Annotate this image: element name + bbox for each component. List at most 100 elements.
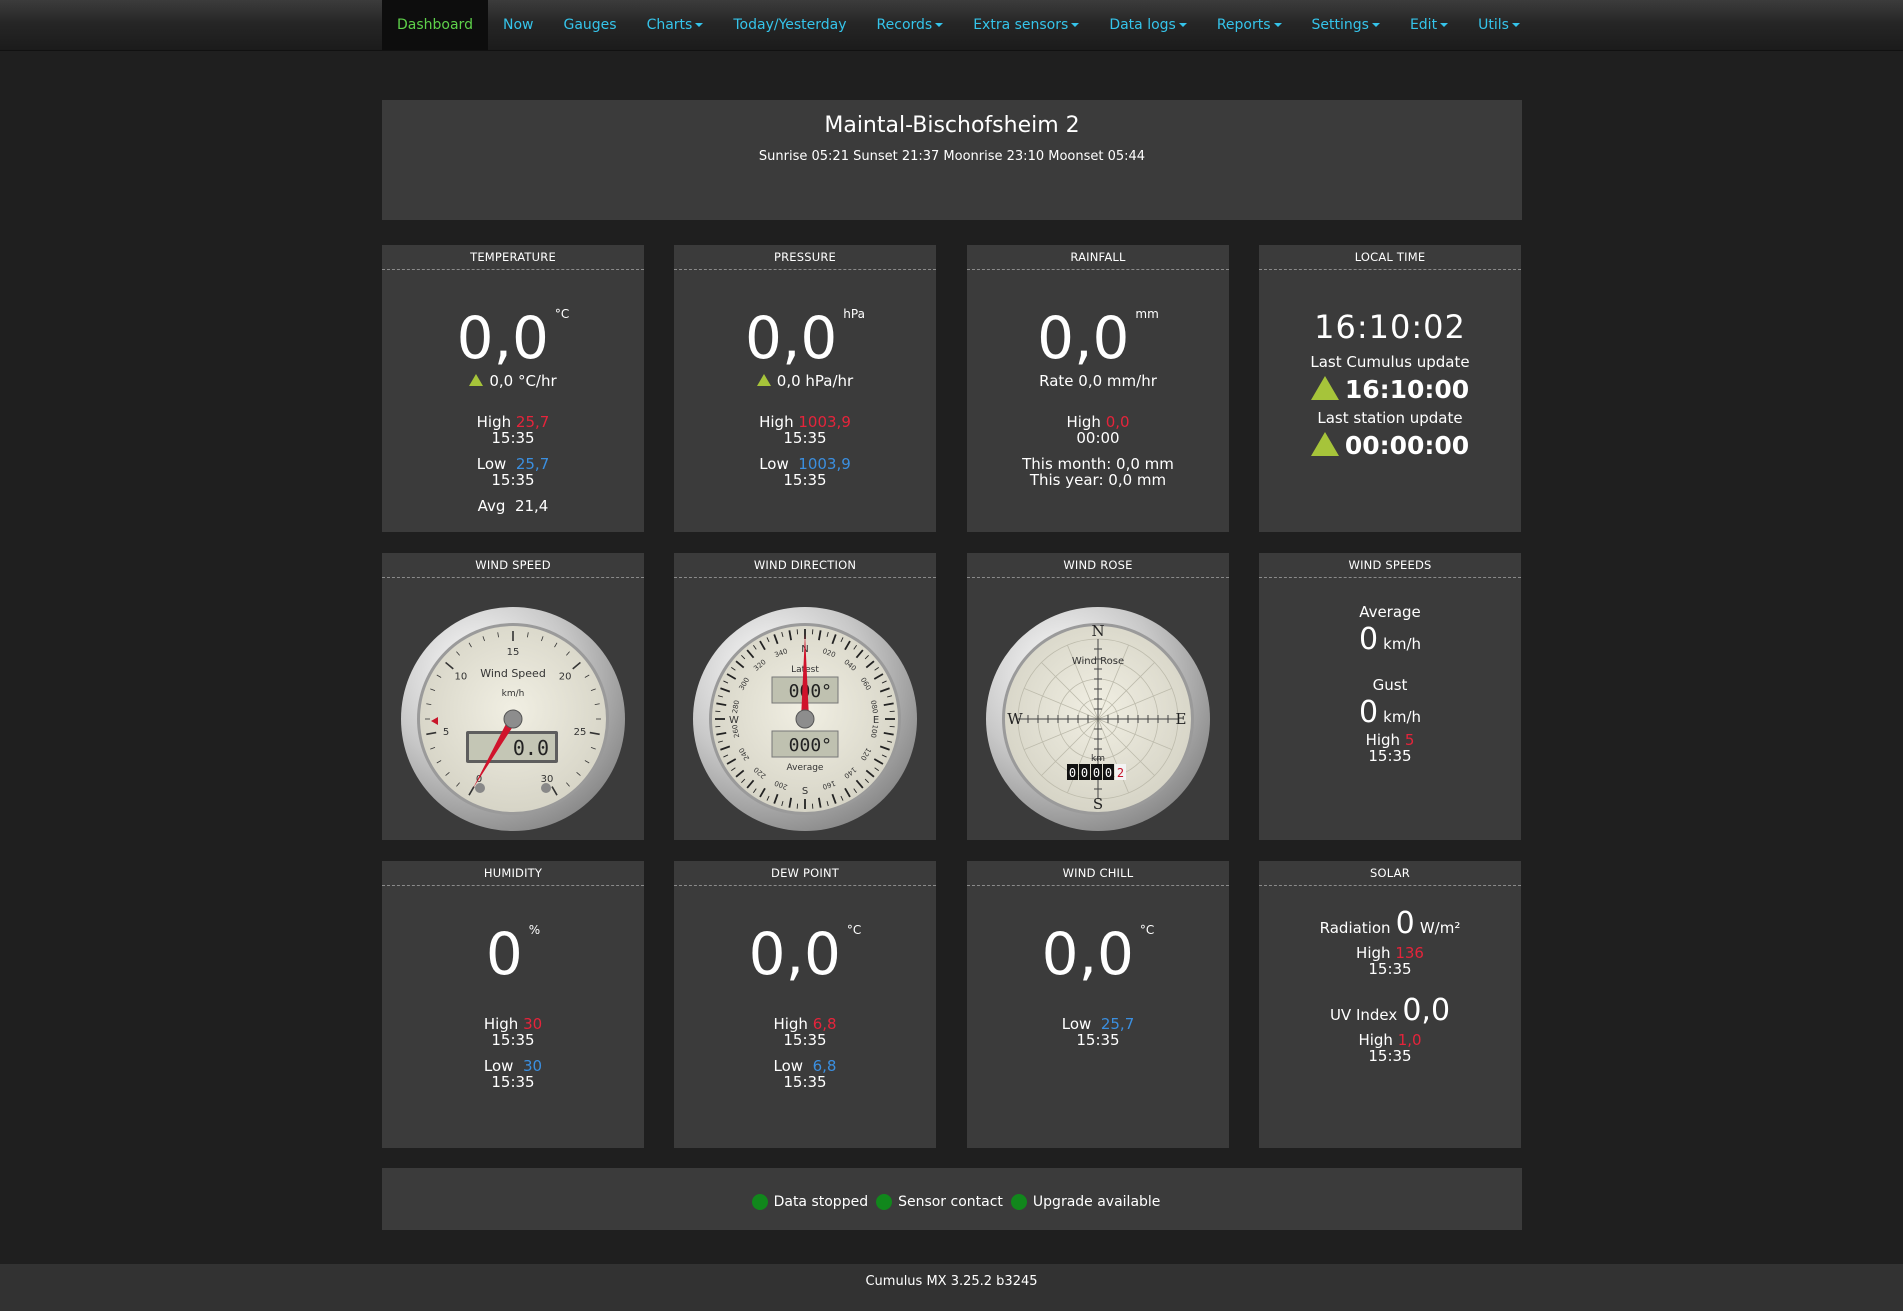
nav-item-label: Data logs [1109, 17, 1176, 33]
rainfall-high-time: 00:00 [1076, 429, 1120, 447]
nav-item-label: Utils [1478, 17, 1509, 33]
station-update-label: Last station update [1317, 409, 1463, 427]
gauge-tick-label: 10 [455, 671, 468, 682]
station-name: Maintal-Bischofsheim 2 [824, 113, 1080, 138]
temperature-avg: 21,4 [514, 497, 549, 515]
gauge-unit: km/h [502, 689, 525, 699]
nav-item-charts[interactable]: Charts [632, 0, 719, 50]
tile-title: LOCAL TIME [1259, 245, 1521, 270]
status-ok-icon [1310, 432, 1339, 456]
gauge-lcd-value: 0.0 [513, 736, 549, 760]
caret-down-icon [1371, 23, 1380, 27]
cumulus-update-label: Last Cumulus update [1310, 353, 1470, 371]
wind-direction-tile: WIND DIRECTION 020 040 060 080 100 120 140 160 2… [674, 553, 936, 840]
gauge-tick-label: 15 [507, 647, 520, 658]
nav-item-label: Records [876, 17, 933, 33]
odometer-digit: 2 [1117, 766, 1124, 780]
caret-down-icon [695, 23, 704, 27]
nav-item-label: Reports [1216, 17, 1271, 33]
humidity-low-time: 15:35 [491, 1073, 535, 1091]
rainfall-rate: Rate 0,0 mm/hr [1039, 372, 1157, 390]
radiation-unit: W/m² [1419, 919, 1461, 937]
wind-chill-low-time: 15:35 [1076, 1031, 1120, 1049]
temperature-tile: TEMPERATURE 0,0 °C 0,0 °C/hr High 25,7 15… [382, 245, 644, 532]
caret-down-icon [1071, 23, 1080, 27]
cumulus-update-time: 16:10:00 [1344, 375, 1470, 404]
wind-gust-value: 0 [1358, 695, 1379, 730]
nav-item-edit[interactable]: Edit [1395, 0, 1463, 50]
pressure-low-time: 15:35 [783, 471, 827, 489]
nav-item-dashboard[interactable]: Dashboard [382, 0, 488, 50]
upgrade-label: Upgrade available [1032, 1194, 1161, 1210]
tile-title: HUMIDITY [382, 861, 644, 886]
nav-item-now[interactable]: Now [488, 0, 549, 50]
nav-item-gauges[interactable]: Gauges [548, 0, 631, 50]
temperature-low-time: 15:35 [491, 471, 535, 489]
tile-title: WIND ROSE [967, 553, 1229, 578]
local-time: 16:10:02 [1314, 308, 1466, 346]
gauge-hub [795, 709, 815, 729]
radiation-high-time: 15:35 [1368, 960, 1412, 978]
rainfall-unit: mm [1135, 307, 1159, 321]
rainfall-value: 0,0 [1037, 304, 1130, 372]
pressure-high-time: 15:35 [783, 429, 827, 447]
wind-speed-gauge: 051015202530Wind Speedkm/h0.0 [401, 607, 625, 831]
gauge-hub [503, 709, 523, 729]
nav-item-utils[interactable]: Utils [1463, 0, 1535, 50]
astro-times: Sunrise 05:21 Sunset 21:37 Moonrise 23:1… [758, 149, 1146, 164]
gauge-cardinal-label: S [802, 786, 808, 797]
wind-chill-value: 0,0 [1041, 920, 1134, 988]
wind-chill-tile: WIND CHILL 0,0 °C Low 25,7 15:35 [967, 861, 1229, 1148]
tile-title: WIND DIRECTION [674, 553, 936, 578]
pressure-trend: 0,0 hPa/hr [776, 372, 854, 390]
footer: Cumulus MX 3.25.2 b3245 [0, 1264, 1903, 1311]
nav-item-settings[interactable]: Settings [1297, 0, 1395, 50]
upgrade-led-icon [1010, 1194, 1027, 1210]
nav-item-label: Edit [1409, 17, 1438, 33]
wind-direction-gauge: 0200400600801001201401602002202402602803… [693, 607, 917, 831]
avg-label: Avg [477, 497, 506, 515]
rose-cardinal-label: S [1093, 795, 1103, 813]
nav-item-today-yesterday[interactable]: Today/Yesterday [718, 0, 861, 50]
rose-cardinal-label: E [1176, 710, 1187, 728]
tile-title: WIND SPEED [382, 553, 644, 578]
temperature-unit: °C [554, 307, 570, 321]
rainfall-month: This month: 0,0 mm [1022, 455, 1174, 473]
rose-cardinal-label: N [1091, 622, 1104, 640]
radiation-value: 0 [1395, 906, 1415, 941]
dew-point-high-time: 15:35 [783, 1031, 827, 1049]
dew-point-low-time: 15:35 [783, 1073, 827, 1091]
gauge-cardinal-label: E [873, 715, 879, 726]
nav-item-records[interactable]: Records [862, 0, 959, 50]
nav-item-data-logs[interactable]: Data logs [1094, 0, 1202, 50]
humidity-value: 0 [485, 920, 523, 988]
wind-gust-unit: km/h [1383, 708, 1422, 726]
top-navbar: Dashboard Now Gauges Charts Today/Yesterday R… [0, 0, 1903, 51]
caret-down-icon [1178, 23, 1187, 27]
pressure-tile: PRESSURE 0,0 hPa 0,0 hPa/hr High 1003,9 1… [674, 245, 936, 532]
humidity-unit: % [528, 923, 541, 937]
status-ok-icon [1310, 376, 1339, 400]
local-time-tile: LOCAL TIME 16:10:02 Last Cumulus update … [1259, 245, 1521, 532]
odometer-digit: 0 [1081, 766, 1088, 780]
nav-item-label: Gauges [563, 17, 617, 33]
gauge-average-label: Average [787, 763, 824, 773]
temperature-high-time: 15:35 [491, 429, 535, 447]
nav-item-label: Charts [646, 17, 693, 33]
gauge-label: Wind Speed [480, 667, 546, 680]
tile-title: RAINFALL [967, 245, 1229, 270]
wind-rose-gauge: NESWWind Rosekm0 0 0 0 2 [986, 607, 1210, 831]
uv-value: 0,0 [1402, 993, 1451, 1028]
caret-down-icon [1273, 23, 1282, 27]
dew-point-value: 0,0 [748, 920, 841, 988]
station-update-time: 00:00:00 [1344, 431, 1470, 460]
nav-item-extra-sensors[interactable]: Extra sensors [958, 0, 1094, 50]
radiation-label: Radiation [1319, 919, 1391, 937]
tile-title: WIND CHILL [967, 861, 1229, 886]
nav-item-label: Dashboard [397, 17, 473, 33]
temperature-trend: 0,0 °C/hr [489, 372, 557, 390]
nav-item-reports[interactable]: Reports [1202, 0, 1297, 50]
main-nav: Dashboard Now Gauges Charts Today/Yesterday R… [382, 0, 1535, 50]
wind-average-unit: km/h [1383, 635, 1422, 653]
sensor-contact-label: Sensor contact [898, 1194, 1003, 1210]
